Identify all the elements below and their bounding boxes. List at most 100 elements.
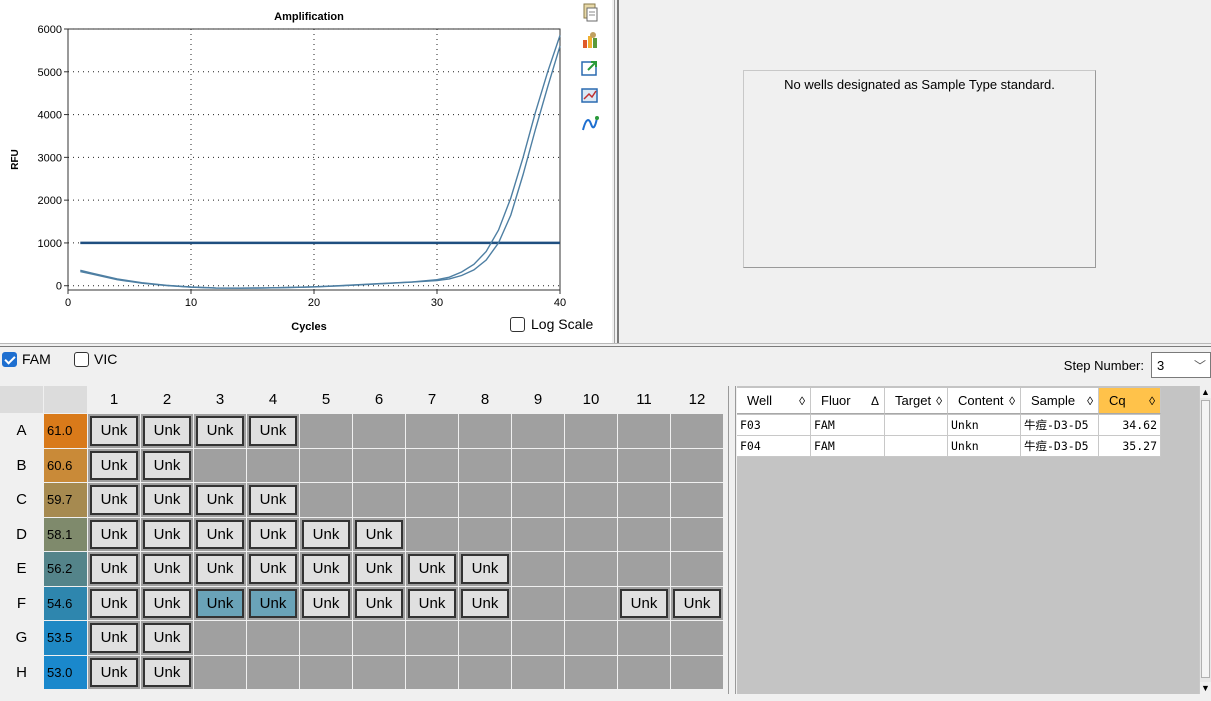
plate-well[interactable]: Unk	[90, 519, 138, 549]
plate-well-empty[interactable]	[671, 655, 724, 690]
plate-column-header[interactable]: 3	[194, 386, 247, 414]
plate-corner-select[interactable]	[0, 386, 44, 414]
plate-well-empty[interactable]	[247, 655, 300, 690]
sort-icon[interactable]: ◊	[936, 394, 942, 408]
plate-well-empty[interactable]	[300, 483, 353, 518]
plate-well-empty[interactable]	[247, 448, 300, 483]
column-header-cq[interactable]: Cq ◊	[1099, 388, 1161, 414]
plate-row-header[interactable]: A	[0, 414, 44, 449]
plate-column-header[interactable]: 6	[353, 386, 406, 414]
plate-well-empty[interactable]	[194, 621, 247, 656]
plate-well[interactable]: Unk	[90, 588, 138, 618]
plate-well[interactable]: Unk	[143, 519, 191, 549]
plate-well-empty[interactable]	[565, 552, 618, 587]
plate-well[interactable]: Unk	[90, 554, 138, 584]
plate-column-header[interactable]: 10	[565, 386, 618, 414]
column-header-content[interactable]: Content ◊	[948, 388, 1021, 414]
plate-well[interactable]: Unk	[90, 450, 138, 480]
plate-well[interactable]: Unk	[143, 588, 191, 618]
plate-well[interactable]: Unk	[302, 554, 350, 584]
plate-well-empty[interactable]	[618, 552, 671, 587]
plate-well-empty[interactable]	[671, 448, 724, 483]
sort-icon[interactable]: ◊	[1149, 394, 1155, 408]
plate-well-empty[interactable]	[618, 655, 671, 690]
chevron-down-icon[interactable]: ﹀	[1194, 357, 1206, 374]
vertical-splitter[interactable]	[614, 0, 619, 343]
plate-well-empty[interactable]	[512, 483, 565, 518]
plate-well-empty[interactable]	[353, 448, 406, 483]
plate-well-empty[interactable]	[406, 655, 459, 690]
plate-well-empty[interactable]	[565, 517, 618, 552]
plate-well-empty[interactable]	[565, 655, 618, 690]
plate-well-empty[interactable]	[512, 621, 565, 656]
sort-icon[interactable]: ◊	[1087, 394, 1093, 408]
plate-well[interactable]: Unk	[90, 657, 138, 687]
vic-checkbox[interactable]	[74, 351, 89, 367]
plate-column-header[interactable]: 7	[406, 386, 459, 414]
plate-well[interactable]: Unk	[143, 623, 191, 653]
plate-well[interactable]: Unk	[196, 554, 244, 584]
fam-checkbox[interactable]	[2, 351, 17, 367]
scroll-up-icon[interactable]: ▲	[1200, 386, 1211, 398]
plate-well-empty[interactable]	[565, 586, 618, 621]
cell-fluor[interactable]: FAM	[811, 436, 885, 457]
plate-well-empty[interactable]	[247, 621, 300, 656]
plate-row-header[interactable]: G	[0, 621, 44, 656]
plate-well-empty[interactable]	[512, 655, 565, 690]
export-icon[interactable]	[580, 58, 604, 80]
plate-well-empty[interactable]	[459, 483, 512, 518]
plate-column-header[interactable]: 8	[459, 386, 512, 414]
plate-well-empty[interactable]	[671, 552, 724, 587]
plate-well[interactable]: Unk	[90, 623, 138, 653]
plate-well[interactable]: Unk	[196, 416, 244, 446]
plate-well[interactable]: Unk	[461, 554, 509, 584]
plate-well[interactable]: Unk	[355, 554, 403, 584]
plate-well-empty[interactable]	[565, 483, 618, 518]
plate-well-empty[interactable]	[459, 517, 512, 552]
cell-well[interactable]: F04	[737, 436, 811, 457]
column-header-target[interactable]: Target ◊	[885, 388, 948, 414]
copy-icon[interactable]	[580, 2, 604, 24]
vic-toggle[interactable]: VIC	[74, 351, 117, 367]
plate-well[interactable]: Unk	[673, 588, 721, 618]
plate-well-empty[interactable]	[512, 552, 565, 587]
plate-well-empty[interactable]	[300, 621, 353, 656]
plate-row-header[interactable]: H	[0, 655, 44, 690]
plate-well-empty[interactable]	[565, 621, 618, 656]
cell-sample[interactable]: 牛痘-D3-D5	[1021, 436, 1099, 457]
plate-well-empty[interactable]	[512, 586, 565, 621]
plate-well-empty[interactable]	[671, 621, 724, 656]
plate-well[interactable]: Unk	[249, 554, 297, 584]
fam-toggle[interactable]: FAM	[2, 351, 51, 367]
plate-well[interactable]: Unk	[302, 519, 350, 549]
results-scrollbar[interactable]: ▲ ▼	[1199, 386, 1211, 694]
plate-well-empty[interactable]	[565, 414, 618, 449]
plate-column-header[interactable]: 1	[88, 386, 141, 414]
plate-column-header[interactable]: 2	[141, 386, 194, 414]
plate-splitter[interactable]	[728, 386, 736, 701]
plate-well-empty[interactable]	[459, 621, 512, 656]
plate-well-empty[interactable]	[459, 655, 512, 690]
plate-well-empty[interactable]	[618, 517, 671, 552]
plate-well-empty[interactable]	[353, 655, 406, 690]
scroll-down-icon[interactable]: ▼	[1200, 682, 1211, 694]
plate-well[interactable]: Unk	[408, 588, 456, 618]
plate-well-empty[interactable]	[618, 483, 671, 518]
plate-well[interactable]: Unk	[461, 588, 509, 618]
plate-well-empty[interactable]	[512, 517, 565, 552]
cell-target[interactable]	[885, 436, 948, 457]
plate-well-empty[interactable]	[353, 621, 406, 656]
plate-well-empty[interactable]	[459, 448, 512, 483]
plate-well[interactable]: Unk	[196, 588, 244, 618]
cell-content[interactable]: Unkn	[948, 436, 1021, 457]
zoom-icon[interactable]	[580, 86, 604, 108]
plate-well[interactable]: Unk	[196, 485, 244, 515]
plate-well[interactable]: Unk	[90, 416, 138, 446]
plate-well[interactable]: Unk	[408, 554, 456, 584]
plate-well-empty[interactable]	[406, 483, 459, 518]
plate-column-header[interactable]: 12	[671, 386, 724, 414]
cell-content[interactable]: Unkn	[948, 415, 1021, 436]
log-scale-toggle[interactable]: Log Scale	[510, 316, 593, 332]
plate-well[interactable]: Unk	[355, 588, 403, 618]
plate-well[interactable]: Unk	[143, 485, 191, 515]
